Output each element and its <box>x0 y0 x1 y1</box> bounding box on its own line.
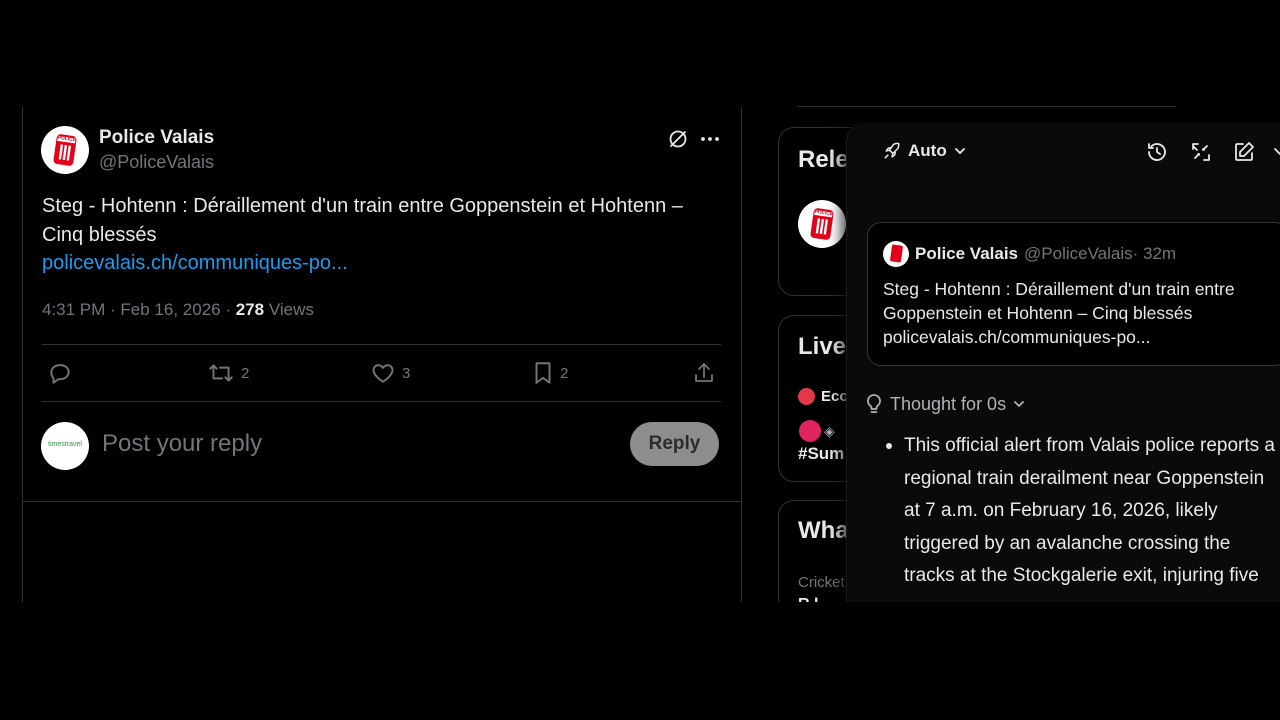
divider <box>41 344 721 345</box>
mode-label: Auto <box>908 141 947 160</box>
current-user-avatar[interactable]: timestravel <box>41 422 89 470</box>
retweet-action[interactable]: 2 <box>207 360 249 386</box>
live-dot-icon <box>799 420 821 442</box>
quoted-author-handle: @PoliceValais <box>1024 244 1133 263</box>
lightbulb-icon <box>867 394 881 413</box>
trend-category: Cricket <box>798 574 845 591</box>
quoted-author-avatar <box>883 241 909 267</box>
author-avatar[interactable]: POLICE <box>41 126 89 174</box>
chevron-down-icon <box>1014 401 1024 407</box>
chevron-down-icon[interactable] <box>1273 143 1280 161</box>
tweet-text-line1: Steg - Hohtenn : Déraillement d'un train… <box>42 195 683 217</box>
quoted-post-line1: Steg - Hohtenn : Déraillement d'un train… <box>883 279 1235 299</box>
thought-toggle[interactable]: Thought for 0s <box>864 393 1026 415</box>
rocket-icon <box>884 142 900 159</box>
whats-happening-title: Wha <box>798 517 849 544</box>
like-count: 3 <box>402 364 411 382</box>
relevant-people-title: Rele <box>798 146 849 173</box>
relevant-person-avatar[interactable]: POLICE <box>798 200 846 248</box>
tweet-text: Steg - Hohtenn : Déraillement d'un train… <box>42 192 732 250</box>
answer-bullet <box>886 443 892 449</box>
tweet-timestamp[interactable]: 4:31 PM · Feb 16, 2026 · <box>42 300 236 319</box>
reply-button[interactable]: Reply <box>630 422 719 466</box>
author-name[interactable]: Police Valais <box>99 127 214 149</box>
live-item[interactable]: Eco <box>798 388 849 405</box>
tweet-text-line2: Cinq blessés <box>42 224 157 246</box>
minimize-icon[interactable] <box>1189 140 1213 164</box>
thought-label: Thought for 0s <box>890 393 1007 414</box>
live-title: Live <box>798 333 847 360</box>
live-item-label: Eco <box>821 388 849 405</box>
quoted-post-link[interactable]: policevalais.ch/communiques-po... <box>883 325 1278 349</box>
share-action[interactable] <box>692 360 716 386</box>
live-hashtag[interactable]: #Sum <box>798 444 844 464</box>
police-logo-icon <box>815 218 829 235</box>
quoted-post[interactable]: Police Valais @PoliceValais · 32m Steg -… <box>867 222 1280 366</box>
divider <box>41 401 721 402</box>
like-action[interactable]: 3 <box>370 360 410 386</box>
compose-icon[interactable] <box>1232 140 1256 164</box>
current-user-avatar-text: timestravel <box>48 441 82 448</box>
divider <box>23 501 741 502</box>
quoted-author-name: Police Valais <box>915 244 1019 263</box>
answer-line: regional train derailment near Goppenste… <box>904 467 1265 489</box>
answer-line: triggered by an avalanche crossing the <box>904 532 1231 554</box>
bookmark-icon <box>535 362 551 384</box>
reply-action[interactable] <box>47 360 73 386</box>
quoted-post-time: · 32m <box>1132 244 1177 263</box>
history-icon[interactable] <box>1145 140 1169 164</box>
camera-icon: ◈ <box>824 423 835 439</box>
tweet-meta: 4:31 PM · Feb 16, 2026 · 278 Views <box>42 300 314 320</box>
reply-input[interactable]: Post your reply <box>102 430 262 458</box>
heart-icon <box>372 364 394 383</box>
retweet-icon <box>209 364 233 382</box>
bookmark-count: 2 <box>560 364 569 382</box>
quoted-post-header: Police Valais @PoliceValais · 32m <box>883 241 1176 267</box>
grok-answer: This official alert from Valais police r… <box>904 430 1280 593</box>
bookmark-action[interactable]: 2 <box>532 360 568 386</box>
answer-line: tracks at the Stockgalerie exit, injurin… <box>904 565 1259 587</box>
author-handle[interactable]: @PoliceValais <box>99 152 214 173</box>
police-logo-icon <box>58 144 72 161</box>
bottom-mask <box>846 602 1280 720</box>
answer-line: This official alert from Valais police r… <box>904 435 1276 456</box>
chevron-down-icon <box>954 148 965 154</box>
quoted-post-line2: Goppenstein et Hohtenn – Cinq blessés <box>883 303 1193 323</box>
grok-panel: Auto Police Valais @PoliceValais · 32m S… <box>846 123 1280 623</box>
tweet-column: POLICE Police Valais @PoliceValais Steg … <box>22 107 742 602</box>
grok-icon[interactable] <box>666 127 690 151</box>
share-icon <box>695 363 713 382</box>
answer-line: at 7 a.m. on February 16, 2026, likely <box>904 500 1218 522</box>
tweet-link[interactable]: policevalais.ch/communiques-po... <box>42 252 348 275</box>
views-label: Views <box>264 300 314 319</box>
live-badge-icon <box>798 388 815 405</box>
mode-selector[interactable]: Auto <box>882 141 967 161</box>
sidebar-top-divider <box>798 106 1176 107</box>
reply-icon <box>50 364 70 384</box>
views-count: 278 <box>235 300 265 319</box>
quoted-post-text: Steg - Hohtenn : Déraillement d'un train… <box>883 277 1278 349</box>
retweet-count: 2 <box>241 364 250 382</box>
more-options-icon[interactable] <box>699 129 721 149</box>
